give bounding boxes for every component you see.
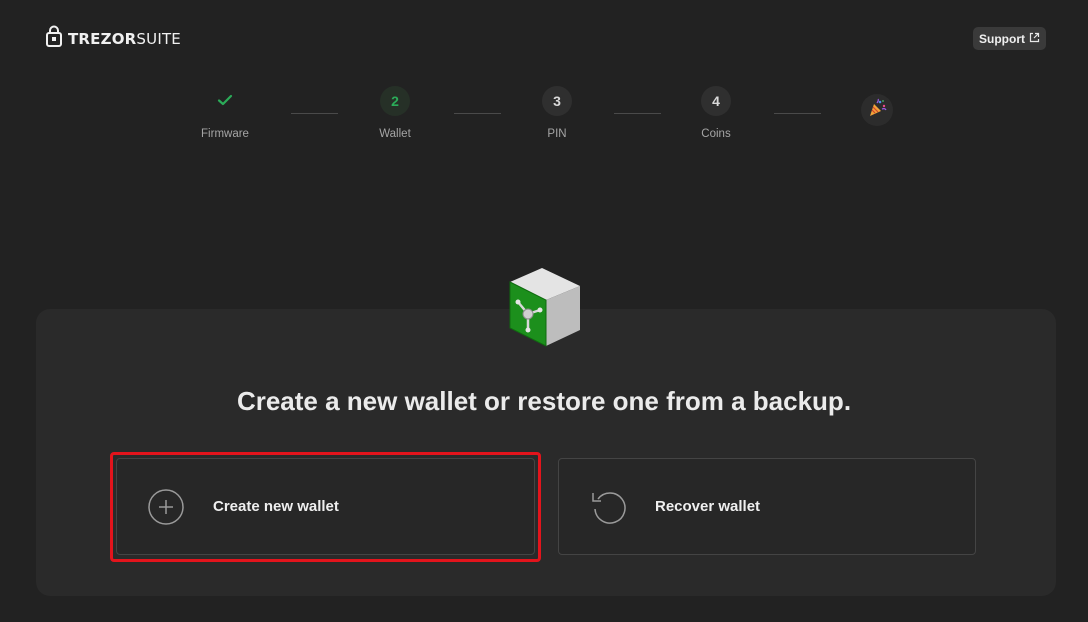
step-label: Wallet: [379, 128, 411, 140]
step-circle: 2: [380, 86, 410, 116]
step-connector: [454, 113, 501, 114]
trezor-suite-logo: TREZORSUITE: [46, 25, 181, 52]
step-coins: 4 Coins: [676, 86, 756, 140]
trezor-suite-onboarding: TREZORSUITE Support Firmware 2 Wallet 3 …: [0, 0, 1088, 622]
page-headline: Create a new wallet or restore one from …: [236, 386, 852, 416]
step-firmware: Firmware: [185, 86, 265, 140]
option-label: Recover wallet: [655, 498, 761, 515]
wallet-safe-icon: [506, 266, 586, 350]
step-circle: [210, 86, 240, 116]
option-label: Create new wallet: [213, 498, 339, 515]
step-pin: 3 PIN: [517, 86, 597, 140]
rotate-ccw-icon: [589, 487, 629, 527]
party-popper-icon: [867, 98, 887, 123]
step-wallet: 2 Wallet: [355, 86, 435, 140]
create-new-wallet-button[interactable]: Create new wallet: [116, 458, 535, 555]
step-circle: 3: [542, 86, 572, 116]
checkmark-icon: [217, 93, 233, 110]
step-label: PIN: [547, 128, 567, 140]
external-link-icon: [1029, 32, 1040, 46]
recover-wallet-button[interactable]: Recover wallet: [558, 458, 976, 555]
step-final: [861, 94, 893, 126]
step-label: Coins: [701, 128, 731, 140]
support-button[interactable]: Support: [973, 27, 1046, 50]
lock-icon: [46, 25, 62, 52]
step-circle: 4: [701, 86, 731, 116]
step-connector: [774, 113, 821, 114]
step-connector: [291, 113, 338, 114]
logo-wordmark: TREZORSUITE: [68, 29, 181, 48]
support-label: Support: [979, 31, 1025, 46]
step-label: Firmware: [201, 128, 249, 140]
step-connector: [614, 113, 661, 114]
onboarding-stepper: Firmware 2 Wallet 3 PIN 4 Coins: [0, 86, 1088, 146]
plus-circle-icon: [147, 487, 187, 527]
